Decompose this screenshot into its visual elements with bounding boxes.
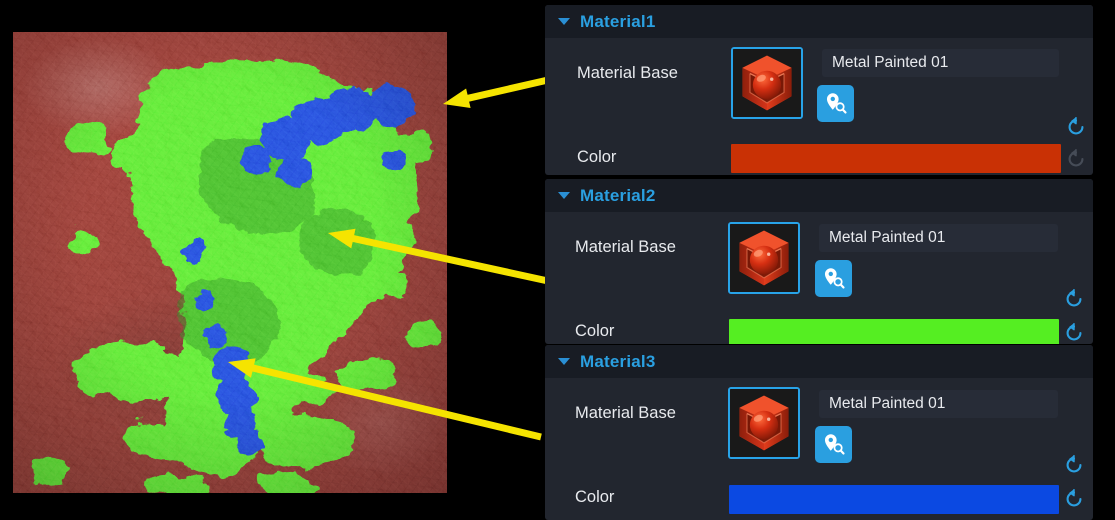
label-color-1: Color — [577, 148, 617, 166]
app-root: Material1 Material Base Metal Painted 01… — [0, 0, 1115, 520]
material-panel-material3: Material3 Material Base Metal Painted 01… — [545, 345, 1093, 520]
panel-title-material1: Material1 — [580, 11, 656, 31]
material-panel-material1: Material1 Material Base Metal Painted 01… — [545, 5, 1093, 175]
arrow-to-red-region-shaft — [461, 76, 549, 103]
material-sphere-cube-icon-2[interactable] — [728, 222, 800, 294]
label-material-base-3: Material Base — [575, 404, 676, 422]
material-sphere-cube-icon-3[interactable] — [728, 387, 800, 459]
material-panel-material2: Material2 Material Base Metal Painted 01… — [545, 179, 1093, 344]
triangle-down-icon[interactable] — [558, 18, 570, 25]
map-pin-search-icon-3[interactable] — [815, 426, 852, 463]
panel-header-material3[interactable]: Material3 — [545, 345, 1093, 378]
reset-arrow-icon-material-base-2[interactable] — [1063, 288, 1085, 310]
reset-arrow-icon-material-base-1[interactable] — [1065, 116, 1087, 138]
panel-title-material2: Material2 — [580, 185, 656, 205]
reset-arrow-icon-color-3[interactable] — [1063, 488, 1085, 510]
arrow-to-red-region-head — [443, 88, 471, 108]
color-swatch-material2[interactable] — [729, 319, 1059, 344]
material-base-name-field-3[interactable]: Metal Painted 01 — [819, 390, 1058, 418]
label-color-3: Color — [575, 488, 615, 506]
map-pin-search-icon-2[interactable] — [815, 260, 852, 297]
panel-title-material3: Material3 — [580, 351, 656, 371]
label-color-2: Color — [575, 322, 615, 340]
material-sphere-cube-icon-1[interactable] — [731, 47, 803, 119]
label-material-base-2: Material Base — [575, 238, 676, 256]
panel-header-material1[interactable]: Material1 — [545, 5, 1093, 38]
label-material-base-1: Material Base — [577, 64, 678, 82]
panel-header-material2[interactable]: Material2 — [545, 179, 1093, 212]
triangle-down-icon[interactable] — [558, 358, 570, 365]
material-base-name-field-1[interactable]: Metal Painted 01 — [822, 49, 1059, 77]
map-pin-search-icon-1[interactable] — [817, 85, 854, 122]
triangle-down-icon[interactable] — [558, 192, 570, 199]
material-properties-panel-stack: Material1 Material Base Metal Painted 01… — [545, 5, 1093, 520]
reset-arrow-icon-color-2[interactable] — [1063, 322, 1085, 344]
material-base-name-field-2[interactable]: Metal Painted 01 — [819, 224, 1058, 252]
reset-arrow-icon-color-1 — [1065, 148, 1087, 170]
terrain-3d-viewport[interactable] — [13, 32, 447, 493]
reset-arrow-icon-material-base-3[interactable] — [1063, 454, 1085, 476]
terrain-relief-noise — [13, 32, 447, 493]
color-swatch-material1[interactable] — [731, 144, 1061, 173]
color-swatch-material3[interactable] — [729, 485, 1059, 514]
